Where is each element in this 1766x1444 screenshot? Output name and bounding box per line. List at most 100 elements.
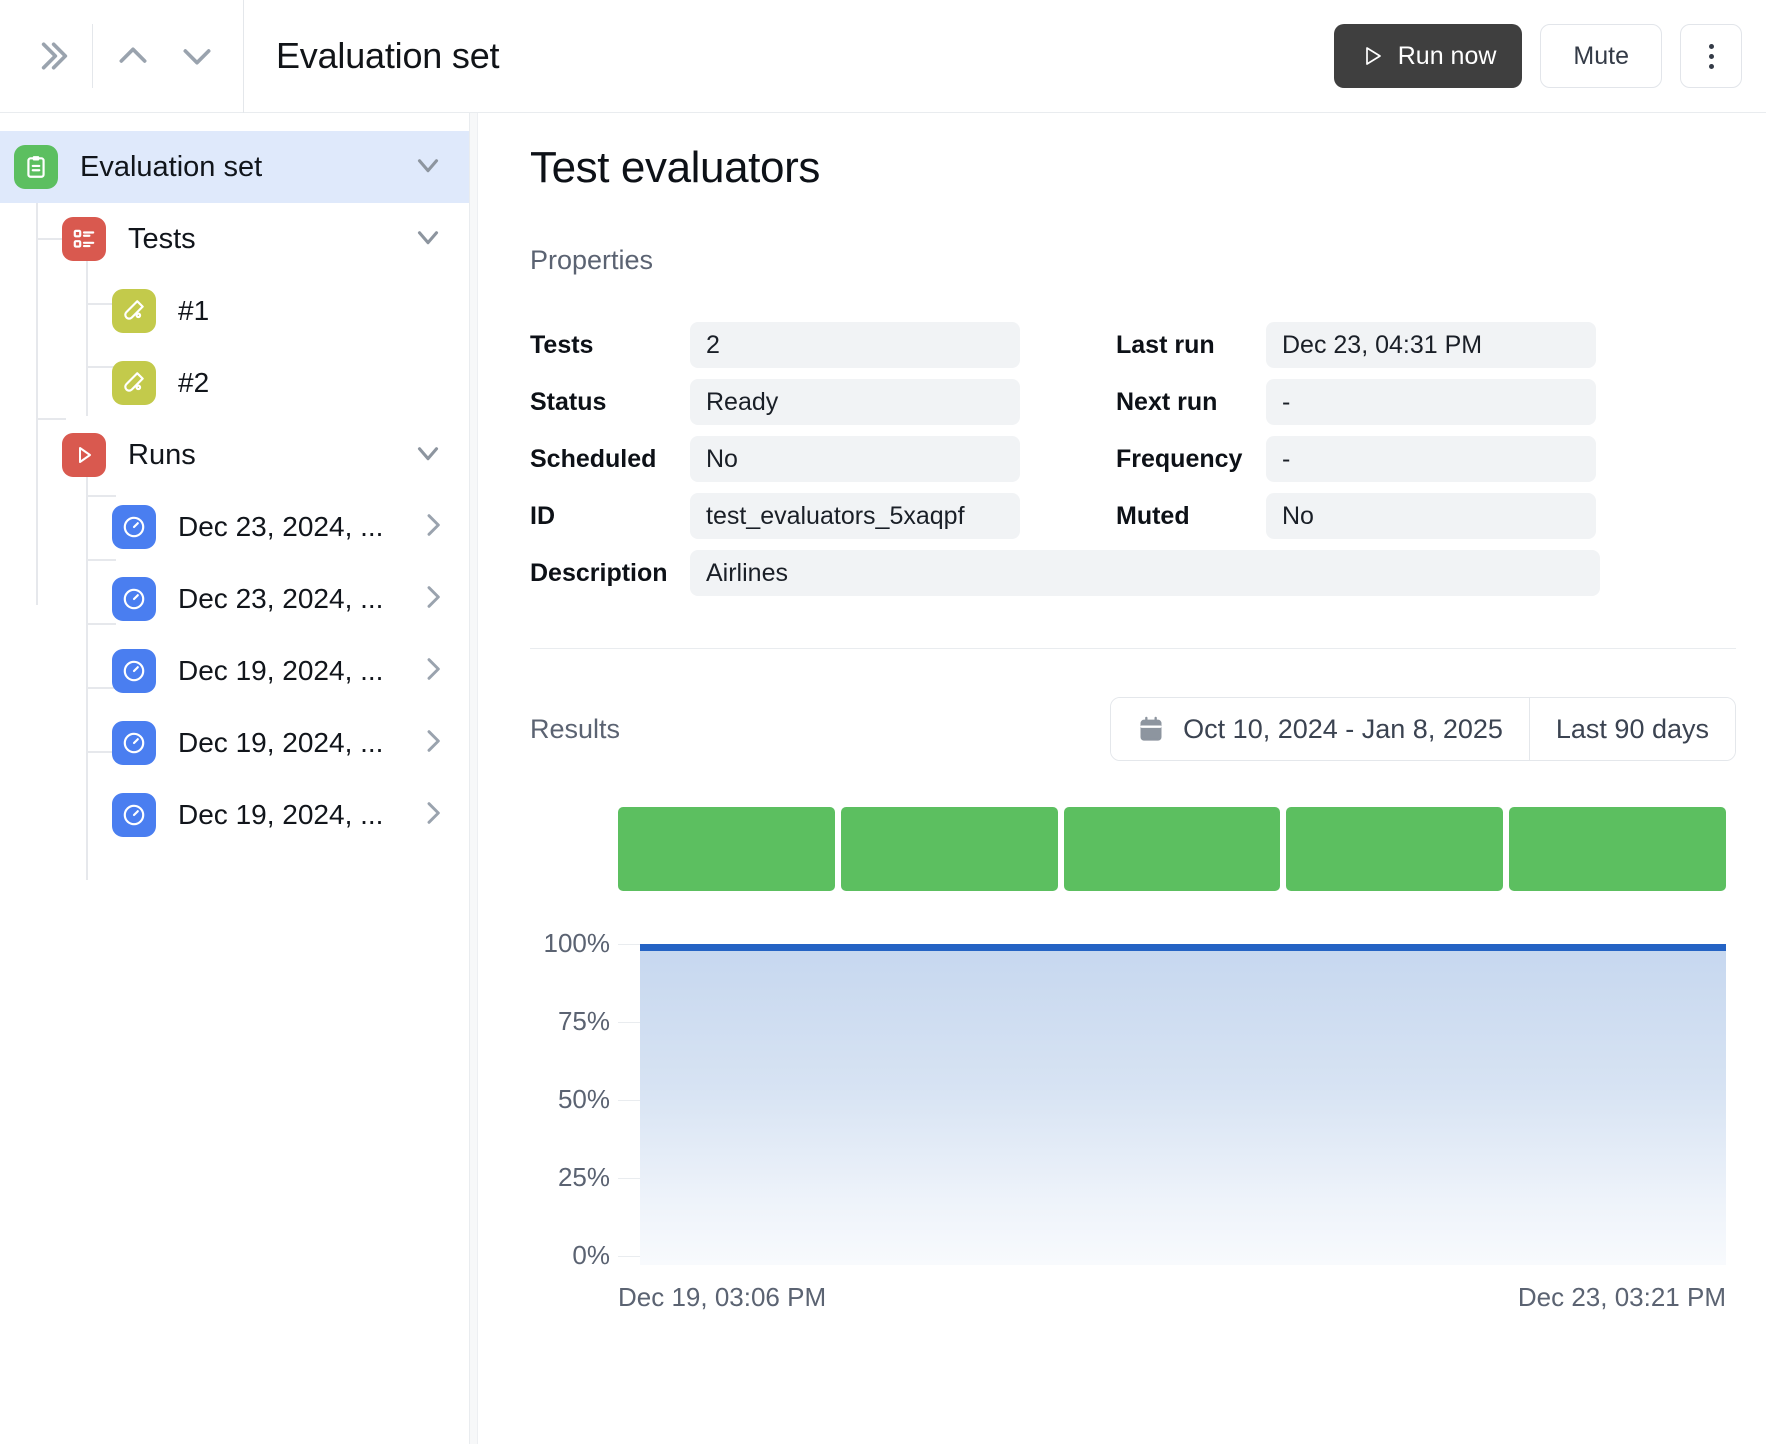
x-axis-tick-label: Dec 19, 03:06 PM (618, 1282, 827, 1312)
tree-root: Evaluation set Tests #1 #2 Runs Dec 23, … (0, 113, 469, 880)
series-area-fill (640, 944, 1726, 1265)
sidebar-item-label: Dec 23, 2024, ... (178, 511, 384, 542)
window-title: Evaluation set (276, 35, 500, 76)
sidebar-item-test-1[interactable]: #1 (0, 275, 469, 347)
sidebar-item-run-4[interactable]: Dec 19, 2024, ... (0, 707, 469, 779)
toolbar-actions: Run now Mute (1333, 24, 1766, 88)
sidebar-tree: Evaluation set Tests #1 #2 Runs Dec 23, … (0, 113, 470, 1444)
property-label: Frequency (1116, 444, 1243, 473)
test-tube-icon (112, 289, 156, 333)
content-area: Evaluation set Tests #1 #2 Runs Dec 23, … (0, 113, 1766, 1444)
clipboard-icon (14, 145, 58, 189)
double-chevron-right-icon[interactable] (20, 24, 84, 88)
test-tube-icon (112, 361, 156, 405)
mute-button[interactable]: Mute (1540, 24, 1662, 88)
x-axis-labels: Dec 19, 03:06 PM Dec 23, 03:21 PM (618, 1282, 1726, 1313)
date-preset-button[interactable]: Last 90 days (1529, 698, 1735, 760)
more-options-button[interactable] (1680, 24, 1742, 88)
calendar-icon (1137, 715, 1165, 743)
property-value-last-run: Dec 23, 04:31 PM (1266, 322, 1596, 368)
play-icon (62, 433, 106, 477)
properties-left-column: Tests 2 Status Ready Scheduled No ID tes… (530, 322, 1020, 539)
sidebar-item-label: Evaluation set (80, 150, 263, 183)
property-label: Tests (530, 330, 594, 359)
status-bar-segment[interactable] (1509, 807, 1726, 891)
sidebar-item-label: #2 (178, 367, 210, 398)
sidebar-item-runs[interactable]: Runs (0, 419, 469, 491)
sidebar-item-run-2[interactable]: Dec 23, 2024, ... (0, 563, 469, 635)
y-axis-tick-label: 75% (557, 1006, 610, 1036)
chevron-right-icon[interactable] (417, 797, 449, 834)
chevron-right-icon[interactable] (417, 725, 449, 762)
status-bar-segment[interactable] (618, 807, 835, 891)
date-preset-label: Last 90 days (1555, 713, 1709, 744)
property-value-status: Ready (690, 379, 1020, 425)
series-line (640, 944, 1726, 951)
play-triangle-icon (1360, 44, 1384, 68)
toolbar-divider (92, 24, 93, 88)
property-value-next-run: - (1266, 379, 1596, 425)
page-title: Test evaluators (530, 143, 820, 192)
results-header: Results Oct 10, 2024 - Jan 8, 2025 Last … (530, 697, 1736, 761)
sidebar-item-label: Tests (128, 222, 196, 255)
sidebar-item-run-5[interactable]: Dec 19, 2024, ... (0, 779, 469, 851)
property-label: Status (530, 387, 607, 416)
sidebar-item-label: Dec 19, 2024, ... (178, 727, 384, 758)
more-vertical-icon (1708, 43, 1714, 69)
gauge-icon (112, 721, 156, 765)
nav-arrows (101, 24, 229, 88)
date-range-button[interactable]: Oct 10, 2024 - Jan 8, 2025 (1111, 698, 1529, 760)
toolbar-divider-2 (243, 0, 244, 113)
sidebar-item-run-3[interactable]: Dec 19, 2024, ... (0, 635, 469, 707)
app-root: Evaluation set Run now Mute Evaluation s… (0, 0, 1766, 1444)
chevron-down-icon[interactable] (411, 436, 445, 475)
run-now-button[interactable]: Run now (1333, 24, 1523, 88)
date-range-control: Oct 10, 2024 - Jan 8, 2025 Last 90 days (1110, 697, 1736, 761)
properties-description-row: Description Airlines (530, 550, 1600, 596)
property-value-id: test_evaluators_5xaqpf (690, 493, 1020, 539)
chart-plot-area (640, 944, 1726, 1265)
sidebar-item-label: Dec 19, 2024, ... (178, 655, 384, 686)
property-label: Next run (1116, 387, 1218, 416)
chevron-right-icon[interactable] (417, 509, 449, 546)
chevron-down-icon[interactable] (165, 24, 229, 88)
gauge-icon (112, 505, 156, 549)
sidebar-item-label: Dec 19, 2024, ... (178, 799, 384, 830)
sidebar-item-test-2[interactable]: #2 (0, 347, 469, 419)
chevron-right-icon[interactable] (417, 653, 449, 690)
status-bar-segment[interactable] (1063, 807, 1281, 891)
chevron-up-icon[interactable] (101, 24, 165, 88)
status-bar-segment[interactable] (1286, 807, 1504, 891)
results-label: Results (530, 713, 621, 744)
y-axis-tick-label: 0% (572, 1240, 610, 1270)
sidebar-item-label: #1 (178, 295, 210, 326)
chevron-down-icon[interactable] (411, 220, 445, 259)
chevron-right-icon[interactable] (417, 581, 449, 618)
list-checks-icon (62, 217, 106, 261)
y-axis-tick-label: 100% (543, 928, 611, 958)
property-value-muted: No (1266, 493, 1596, 539)
property-value-frequency: - (1266, 436, 1596, 482)
chevron-down-icon[interactable] (411, 148, 445, 187)
date-range-value: Oct 10, 2024 - Jan 8, 2025 (1183, 713, 1503, 744)
property-label: Muted (1116, 501, 1190, 530)
sidebar-item-label: Dec 23, 2024, ... (178, 583, 384, 614)
section-divider (530, 648, 1736, 649)
property-label: ID (530, 501, 555, 530)
property-value-description: Airlines (690, 550, 1600, 596)
sidebar-item-tests[interactable]: Tests (0, 203, 469, 275)
gauge-icon (112, 793, 156, 837)
property-label: Scheduled (530, 444, 657, 473)
results-chart: 100% 75% 50% 25% 0% Dec 19, 03:06 PM Dec… (530, 928, 1736, 1312)
property-value-tests: 2 (690, 322, 1020, 368)
property-label: Last run (1116, 330, 1215, 359)
run-now-label: Run now (1397, 41, 1497, 70)
status-bar-segment[interactable] (840, 807, 1058, 891)
property-label: Description (530, 558, 668, 587)
sidebar-item-evaluation-set[interactable]: Evaluation set (0, 131, 469, 203)
run-status-bar-strip (530, 807, 1736, 891)
sidebar-item-run-1[interactable]: Dec 23, 2024, ... (0, 491, 469, 563)
sidebar-item-label: Runs (128, 438, 196, 471)
properties-right-column: Last run Dec 23, 04:31 PM Next run - Fre… (1116, 322, 1596, 539)
gauge-icon (112, 649, 156, 693)
